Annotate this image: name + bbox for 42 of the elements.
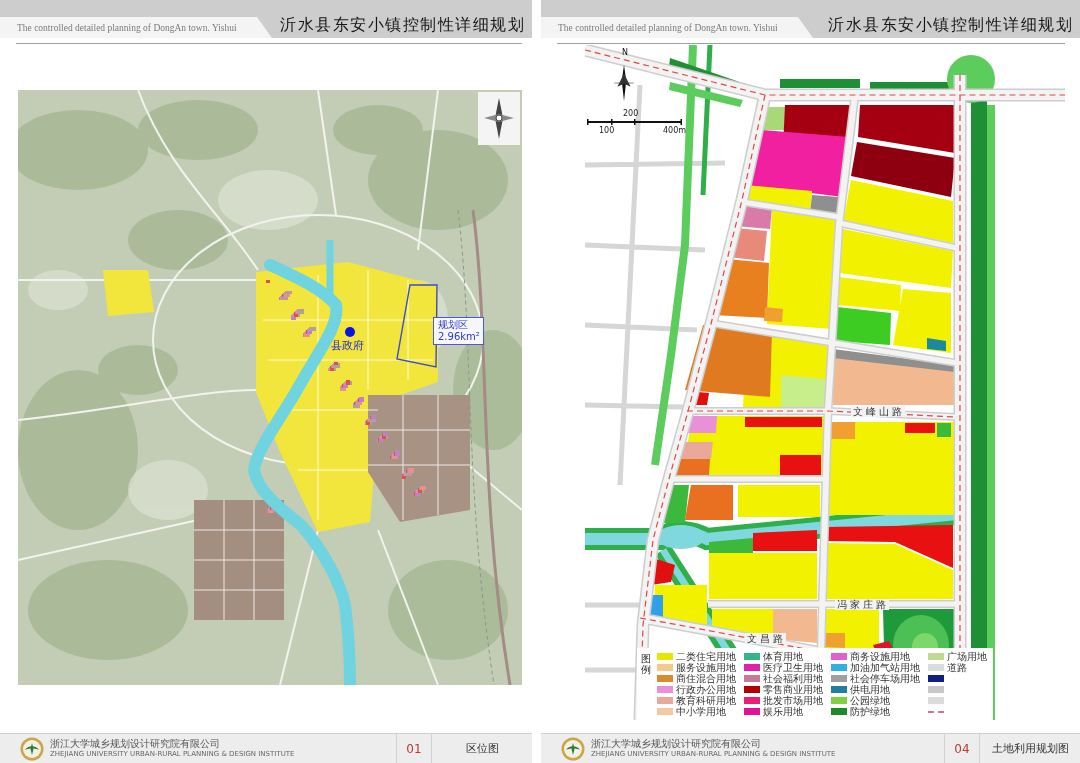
document-title: 沂水县东安小镇控制性详细规划 bbox=[828, 15, 1074, 36]
zone-area: 2.96km² bbox=[438, 331, 480, 343]
page-number: 01 bbox=[396, 734, 432, 763]
scale-label: 400m bbox=[663, 126, 687, 135]
legend-label: 中小学用地 bbox=[676, 706, 726, 717]
road-name: 冯家庄路 bbox=[835, 599, 889, 610]
header-subtitle: The controlled detailed planning of DongAn town. Yishui bbox=[0, 17, 272, 38]
legend-label: 二类住宅用地 bbox=[676, 651, 736, 662]
legend-label: 公园绿地 bbox=[850, 695, 890, 706]
legend-label: 体育用地 bbox=[763, 651, 803, 662]
legend-label: 社会停车场用地 bbox=[850, 673, 920, 684]
institute-name: 浙江大学城乡规划设计研究院有限公司 bbox=[591, 738, 762, 750]
legend-label: 行政办公用地 bbox=[676, 684, 736, 695]
page-number: 04 bbox=[944, 734, 980, 763]
legend-title: 图例 bbox=[641, 653, 651, 675]
document-title: 沂水县东安小镇控制性详细规划 bbox=[280, 15, 526, 36]
legend-label: 广场用地 bbox=[947, 651, 987, 662]
legend-label: 服务设施用地 bbox=[676, 662, 736, 673]
road-name: 文峰山路 bbox=[851, 406, 905, 417]
legend-label: 商务设施用地 bbox=[850, 651, 910, 662]
legend-label: 加油加气站用地 bbox=[850, 662, 920, 673]
location-marker-icon bbox=[345, 327, 355, 337]
zone-name: 规划区 bbox=[438, 319, 469, 331]
sheet-title: 区位图 bbox=[464, 741, 500, 757]
legend-label: 零售商业用地 bbox=[763, 684, 823, 695]
north-label: N bbox=[622, 48, 628, 57]
institute-name: 浙江大学城乡规划设计研究院有限公司 bbox=[50, 738, 221, 750]
legend-label: 批发市场用地 bbox=[763, 695, 823, 706]
scale-label: 100 bbox=[599, 126, 615, 135]
map-label: 县政府 bbox=[331, 339, 364, 352]
road-name: 文昌路 bbox=[745, 633, 786, 644]
scale-label: 200 bbox=[623, 109, 639, 118]
legend-label: 社会福利用地 bbox=[763, 673, 823, 684]
legend-label: 防护绿地 bbox=[850, 706, 890, 717]
legend-label: 道路 bbox=[947, 662, 967, 673]
legend-label: 商住混合用地 bbox=[676, 673, 736, 684]
legend-label: 教育科研用地 bbox=[676, 695, 736, 706]
legend-label: 医疗卫生用地 bbox=[763, 662, 823, 673]
legend-label: 娱乐用地 bbox=[763, 706, 803, 717]
legend-label: 供电用地 bbox=[850, 684, 890, 695]
sheet-title: 土地利用规划图 bbox=[990, 741, 1070, 757]
header-subtitle: The controlled detailed planning of DongAn town. Yishui bbox=[541, 17, 813, 38]
